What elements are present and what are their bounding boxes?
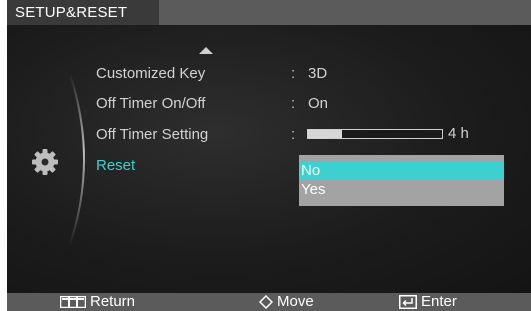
- menu-panel: Customized Key : 3D Off Timer On/Off : O…: [7, 25, 531, 293]
- scroll-up-icon[interactable]: [199, 47, 213, 54]
- move-label: Move: [277, 293, 314, 310]
- footer-bar: Return Move Enter: [7, 293, 531, 311]
- reset-option-yes[interactable]: Yes: [299, 180, 504, 199]
- osd-menu: SETUP&RESET Customized Key: 3D Off Time…: [7, 0, 531, 311]
- customized-key-value: 3D: [308, 65, 328, 82]
- menu-item-customized-key[interactable]: Customized Key: [96, 65, 205, 82]
- menu-item-reset[interactable]: Reset: [96, 157, 135, 174]
- diamond-icon: [259, 295, 273, 309]
- menu-colon: :: [291, 126, 296, 143]
- reset-option-no[interactable]: No: [299, 161, 504, 180]
- enter-icon: [399, 295, 417, 309]
- off-timer-slider[interactable]: [307, 129, 443, 139]
- menu-title: SETUP&RESET: [7, 0, 159, 25]
- return-hint[interactable]: Return: [60, 293, 135, 311]
- gear-icon: [32, 149, 58, 175]
- menu-bars-icon: [60, 296, 86, 308]
- menu-item-off-timer-setting[interactable]: Off Timer Setting: [96, 126, 208, 143]
- reset-dropdown[interactable]: No Yes: [299, 155, 504, 206]
- title-bar: SETUP&RESET: [7, 0, 531, 25]
- menu-item-off-timer-on-off[interactable]: Off Timer On/Off: [96, 95, 205, 112]
- enter-hint[interactable]: Enter: [399, 293, 457, 311]
- off-timer-setting-value: 4 h: [448, 125, 469, 142]
- move-hint[interactable]: Move: [259, 293, 314, 311]
- off-timer-slider-fill: [308, 130, 342, 138]
- return-label: Return: [90, 293, 136, 310]
- off-timer-on-off-value: On: [308, 95, 329, 112]
- menu-colon: :: [291, 65, 296, 82]
- enter-label: Enter: [421, 293, 457, 310]
- menu-colon: :: [291, 95, 296, 112]
